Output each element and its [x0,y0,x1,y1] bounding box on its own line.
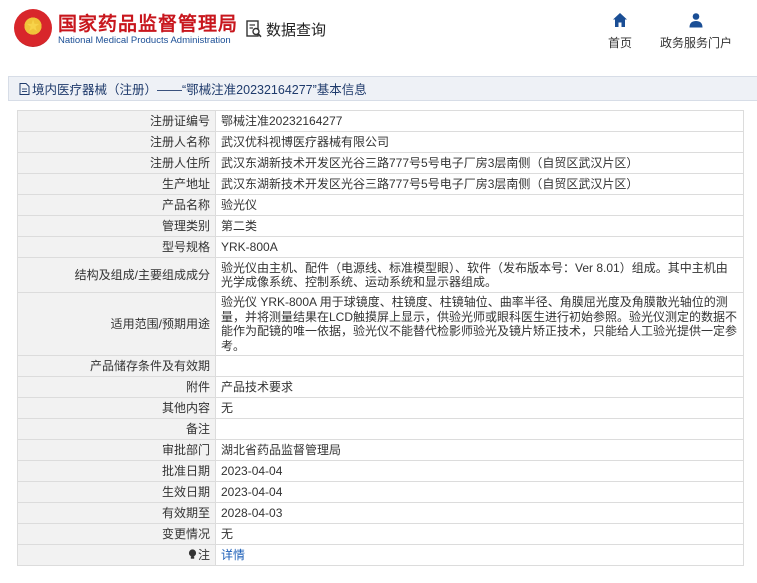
data-query-heading: 数据查询 [246,18,326,40]
table-row: 适用范围/预期用途 验光仪 YRK-800A 用于球镜度、柱镜度、柱镜轴位、曲率… [17,292,744,356]
page-title: 境内医疗器械（注册）——“鄂械注准20232164277”基本信息 [32,83,367,97]
row-label-approval-dept: 审批部门 [17,439,216,461]
table-row: 注 详情 [17,544,744,566]
lightbulb-icon [188,549,197,559]
row-value-change-status: 无 [215,523,744,545]
row-value-storage-validity [215,355,744,377]
row-label-storage-validity: 产品储存条件及有效期 [17,355,216,377]
details-link[interactable]: 详情 [221,548,245,562]
document-search-icon [246,20,262,38]
table-row: 变更情况 无 [17,523,744,545]
home-icon [613,13,627,27]
row-value-other-content: 无 [215,397,744,419]
page-title-bar: 境内医疗器械（注册）——“鄂械注准20232164277”基本信息 [8,76,757,101]
nav-portal-label: 政务服务门户 [659,36,732,50]
site-header: 国家药品监督管理局 National Medical Products Admi… [0,0,757,62]
row-label-product-name: 产品名称 [17,194,216,216]
row-label-note: 注 [17,544,216,566]
table-row: 管理类别 第二类 [17,215,744,237]
row-value-product-name: 验光仪 [215,194,744,216]
table-row: 生产地址 武汉东湖新技术开发区光谷三路777号5号电子厂房3层南侧（自贸区武汉片… [17,173,744,195]
row-label-approval-date: 批准日期 [17,460,216,482]
row-value-remarks [215,418,744,440]
user-icon [689,13,703,28]
row-value-registrant-name: 武汉优科视博医疗器械有限公司 [215,131,744,153]
row-label-intended-use: 适用范围/预期用途 [17,292,216,356]
note-label-text: 注 [197,548,210,562]
device-info-table: 注册证编号 鄂械注准20232164277 注册人名称 武汉优科视博医疗器械有限… [17,110,744,566]
row-value-approval-date: 2023-04-04 [215,460,744,482]
row-value-approval-dept: 湖北省药品监督管理局 [215,439,744,461]
table-row: 型号规格 YRK-800A [17,236,744,258]
table-row: 产品名称 验光仪 [17,194,744,216]
row-label-valid-until: 有效期至 [17,502,216,524]
row-value-management-class: 第二类 [215,215,744,237]
table-row: 生效日期 2023-04-04 [17,481,744,503]
table-row: 产品储存条件及有效期 [17,355,744,377]
row-label-other-content: 其他内容 [17,397,216,419]
national-emblem-logo [14,9,52,47]
row-label-attachment: 附件 [17,376,216,398]
row-value-registration-no: 鄂械注准20232164277 [215,110,744,132]
row-value-effective-date: 2023-04-04 [215,481,744,503]
nav-portal-button[interactable]: 政务服务门户 [656,12,736,51]
row-label-management-class: 管理类别 [17,215,216,237]
site-title-en[interactable]: National Medical Products Administration [58,35,231,46]
data-query-label: 数据查询 [266,21,327,39]
nav-home-button[interactable]: 首页 [580,12,660,51]
row-label-change-status: 变更情况 [17,523,216,545]
nav-home-label: 首页 [607,36,632,50]
row-value-model-spec: YRK-800A [215,236,744,258]
row-value-intended-use: 验光仪 YRK-800A 用于球镜度、柱镜度、柱镜轴位、曲率半径、角膜屈光度及角… [215,292,744,356]
row-value-structure: 验光仪由主机、配件（电源线、标准模型眼）、软件（发布版本号：Ver 8.01）组… [215,257,744,293]
row-label-model-spec: 型号规格 [17,236,216,258]
row-value-valid-until: 2028-04-03 [215,502,744,524]
row-value-note: 详情 [215,544,744,566]
row-label-production-address: 生产地址 [17,173,216,195]
document-icon [19,82,30,95]
table-row: 其他内容 无 [17,397,744,419]
site-title-cn[interactable]: 国家药品监督管理局 [58,9,238,36]
row-value-attachment: 产品技术要求 [215,376,744,398]
table-row: 附件 产品技术要求 [17,376,744,398]
row-value-registrant-address: 武汉东湖新技术开发区光谷三路777号5号电子厂房3层南侧（自贸区武汉片区） [215,152,744,174]
row-label-registration-no: 注册证编号 [17,110,216,132]
table-row: 结构及组成/主要组成成分 验光仪由主机、配件（电源线、标准模型眼）、软件（发布版… [17,257,744,293]
table-row: 备注 [17,418,744,440]
table-row: 注册人名称 武汉优科视博医疗器械有限公司 [17,131,744,153]
table-row: 有效期至 2028-04-03 [17,502,744,524]
row-label-effective-date: 生效日期 [17,481,216,503]
row-label-registrant-address: 注册人住所 [17,152,216,174]
row-label-structure: 结构及组成/主要组成成分 [17,257,216,293]
table-row: 注册人住所 武汉东湖新技术开发区光谷三路777号5号电子厂房3层南侧（自贸区武汉… [17,152,744,174]
row-value-production-address: 武汉东湖新技术开发区光谷三路777号5号电子厂房3层南侧（自贸区武汉片区） [215,173,744,195]
table-row: 注册证编号 鄂械注准20232164277 [17,110,744,132]
table-row: 批准日期 2023-04-04 [17,460,744,482]
row-label-remarks: 备注 [17,418,216,440]
row-label-registrant-name: 注册人名称 [17,131,216,153]
table-row: 审批部门 湖北省药品监督管理局 [17,439,744,461]
